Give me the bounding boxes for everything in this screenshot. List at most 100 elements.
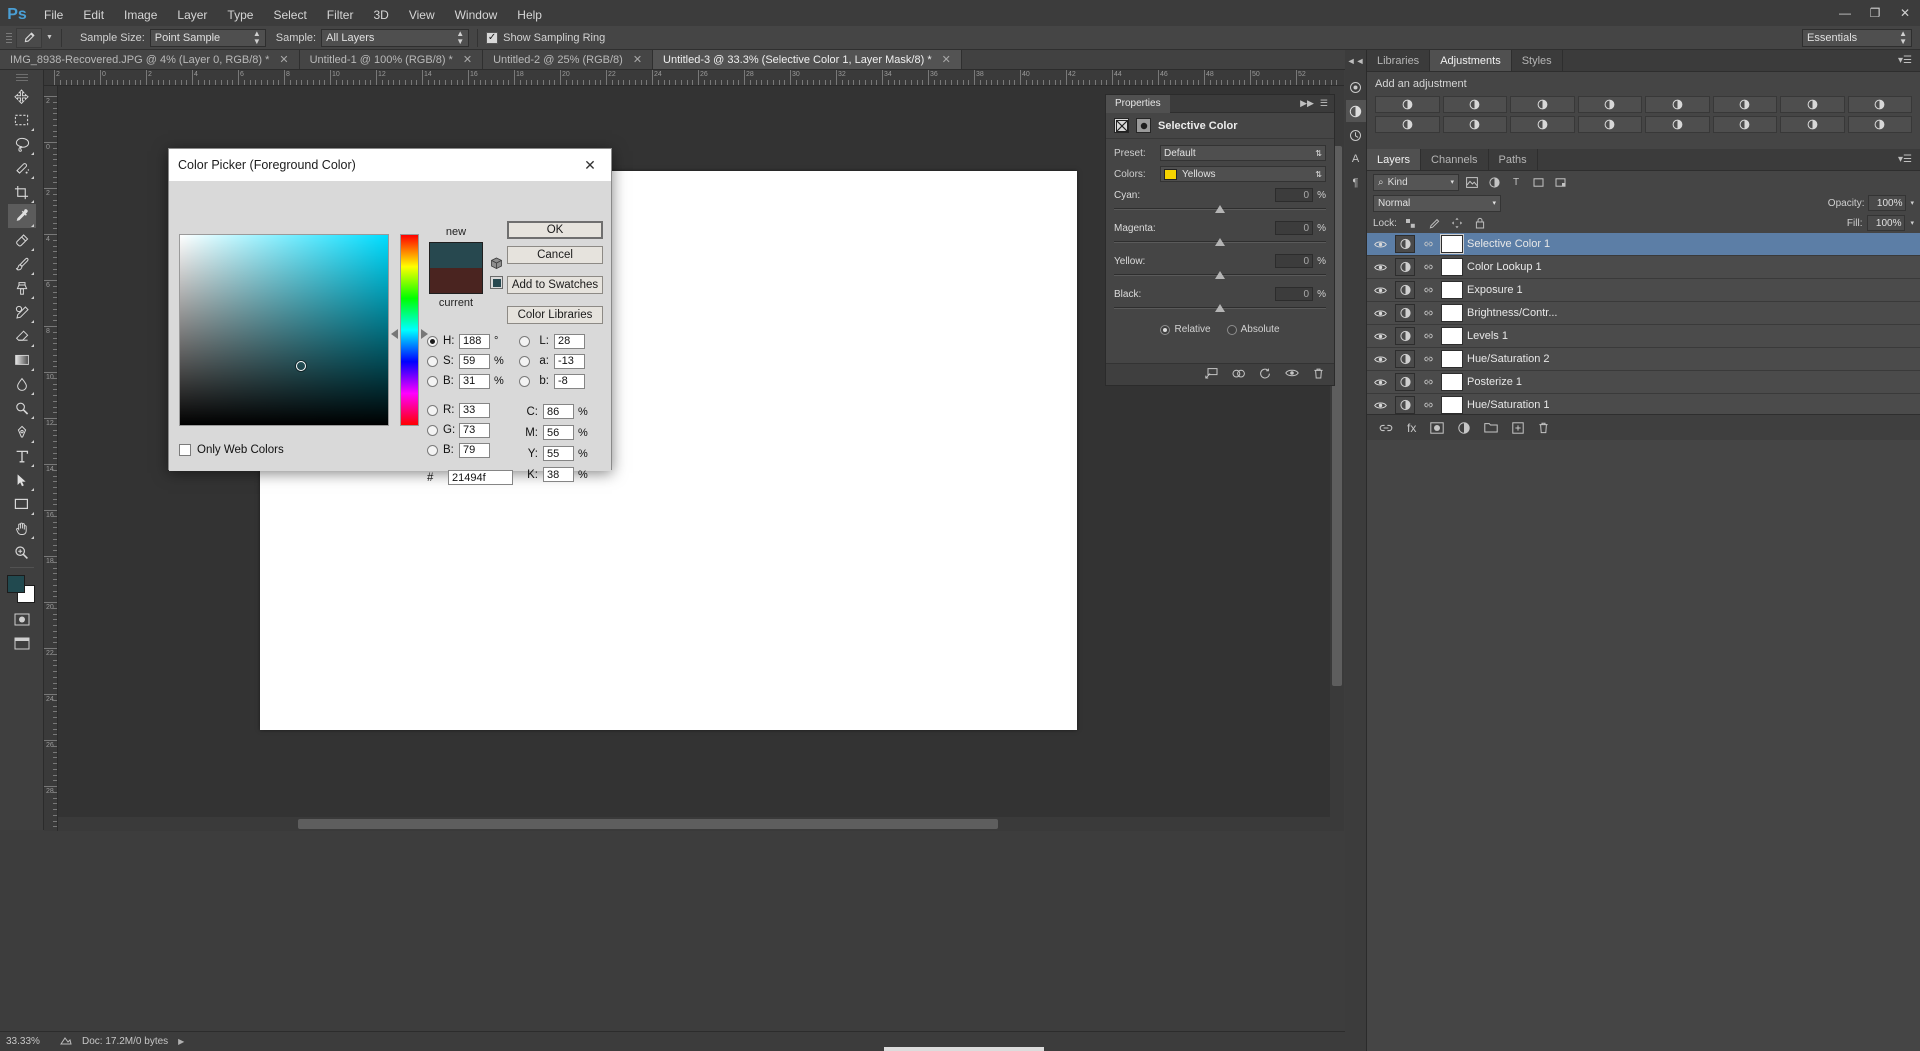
adjustment-thumbnail[interactable] [1395,327,1415,345]
tab-close-icon[interactable]: ✕ [279,53,288,66]
layer-mask-thumbnail[interactable] [1441,258,1463,276]
fill-value[interactable]: 100% [1867,215,1905,231]
hue-input[interactable]: 188 [459,334,490,349]
tool-brush[interactable] [8,252,36,276]
invert-icon[interactable] [1578,116,1643,133]
exposure-icon[interactable] [1578,96,1643,113]
hex-input[interactable]: 21494f [448,470,513,485]
tool-lasso[interactable] [8,132,36,156]
dock-collapse-icon[interactable]: ◄◄ [1347,56,1365,66]
horizontal-scroll-thumb[interactable] [298,819,998,829]
layer-mask-thumbnail[interactable] [1441,327,1463,345]
lightness-radio[interactable] [519,336,530,347]
relative-radio[interactable]: Relative [1160,324,1210,335]
lock-position-icon[interactable] [1448,215,1466,232]
delete-layer-icon[interactable] [1538,422,1549,434]
brightness-radio[interactable] [427,376,438,387]
tab-close-icon[interactable]: ✕ [633,53,642,66]
lab-b-radio[interactable] [519,376,530,387]
slider-value[interactable]: 0 [1275,287,1313,301]
new-layer-icon[interactable] [1512,422,1524,434]
lab-b-input[interactable]: -8 [554,374,585,389]
layer-filter-kind-select[interactable]: ⌕ Kind ▾ [1373,174,1459,191]
saturation-value-field[interactable] [179,234,389,426]
current-color-swatch[interactable] [430,268,482,293]
color-picker-dialog[interactable]: Color Picker (Foreground Color) ✕ new cu… [168,148,612,470]
green-input[interactable]: 73 [459,423,490,438]
mask-link-icon[interactable] [1419,263,1437,271]
panel-menu-icon[interactable]: ▾☰ [1898,154,1912,165]
slider-track[interactable] [1114,271,1326,281]
slider-value[interactable]: 0 [1275,188,1313,202]
layer-mask-thumbnail[interactable] [1441,350,1463,368]
toggle-layer-visibility-icon[interactable] [1285,368,1299,381]
hue-saturation-icon[interactable] [1713,96,1778,113]
table-row[interactable]: Posterize 1 [1367,371,1920,394]
tool-preset-picker[interactable] [16,28,42,48]
history-panel-icon[interactable] [1346,124,1366,146]
proxy-icon[interactable] [60,1035,72,1049]
mask-link-icon[interactable] [1419,378,1437,386]
opacity-value[interactable]: 100% [1868,195,1906,211]
options-bar-grip[interactable] [4,28,14,48]
view-previous-state-icon[interactable] [1232,368,1245,382]
color-field-marker[interactable] [296,361,306,371]
vibrance-icon[interactable] [1645,96,1710,113]
workspace-switcher[interactable]: Essentials ▲▼ [1802,29,1912,47]
tool-preset-caret-icon[interactable]: ▼ [46,34,53,41]
tool-hand[interactable] [8,516,36,540]
cyan-input[interactable]: 86 [543,404,574,419]
layer-visibility-toggle[interactable] [1369,263,1391,272]
quick-mask-mode-button[interactable] [8,607,36,631]
tool-zoom[interactable] [8,540,36,564]
paragraph-panel-icon[interactable]: ¶ [1346,172,1366,194]
layer-visibility-toggle[interactable] [1369,378,1391,387]
saturation-input[interactable]: 59 [459,354,490,369]
adjustment-thumbnail[interactable] [1395,235,1415,253]
color-lookup-icon[interactable] [1510,116,1575,133]
table-row[interactable]: Exposure 1 [1367,279,1920,302]
adjustment-thumbnail[interactable] [1395,373,1415,391]
threshold-icon[interactable] [1713,116,1778,133]
adjustment-thumbnail[interactable] [1395,304,1415,322]
mask-link-icon[interactable] [1419,401,1437,409]
toolbar-grip[interactable] [14,72,30,82]
out-of-gamut-warning-icon[interactable] [490,257,503,270]
tab-channels[interactable]: Channels [1421,149,1488,170]
filter-pixel-icon[interactable] [1463,174,1481,191]
tab-img-8938[interactable]: IMG_8938-Recovered.JPG @ 4% (Layer 0, RG… [0,50,300,69]
tool-gradient[interactable] [8,348,36,372]
adjustment-thumbnail[interactable] [1395,258,1415,276]
new-group-icon[interactable] [1484,422,1498,433]
not-web-safe-warning-icon[interactable] [490,276,503,289]
tool-clone-stamp[interactable] [8,276,36,300]
selective-color-icon[interactable] [1780,116,1845,133]
lab-a-input[interactable]: -13 [554,354,585,369]
color-libraries-button[interactable]: Color Libraries [507,306,603,324]
table-row[interactable]: Color Lookup 1 [1367,256,1920,279]
layer-visibility-toggle[interactable] [1369,355,1391,364]
slider-track[interactable] [1114,304,1326,314]
tool-dodge[interactable] [8,396,36,420]
character-panel-icon[interactable]: A [1346,148,1366,170]
brightness-contrast-icon[interactable] [1375,96,1440,113]
tab-adjustments[interactable]: Adjustments [1430,50,1512,71]
blue-radio[interactable] [427,445,438,456]
zoom-level[interactable]: 33.33% [6,1036,50,1047]
collapse-panel-icon[interactable]: ▶▶ [1300,98,1314,109]
tool-eraser[interactable] [8,324,36,348]
slider-value[interactable]: 0 [1275,254,1313,268]
slider-knob[interactable] [1215,238,1225,246]
layer-style-icon[interactable]: fx [1407,421,1416,435]
colors-select[interactable]: Yellows ⇅ [1160,166,1326,182]
table-row[interactable]: Brightness/Contr... [1367,302,1920,325]
adjustment-thumbnail[interactable] [1395,350,1415,368]
status-expand-arrow-icon[interactable]: ▶ [178,1037,184,1046]
gradient-map-icon[interactable] [1848,116,1913,133]
show-sampling-ring-checkbox[interactable]: ✓ [486,32,498,44]
layer-mask-thumbnail[interactable] [1441,281,1463,299]
layer-visibility-toggle[interactable] [1369,401,1391,410]
color-panel-icon[interactable] [1346,76,1366,98]
adjustment-thumbnail[interactable] [1395,281,1415,299]
color-picker-close-button[interactable]: ✕ [575,152,605,178]
